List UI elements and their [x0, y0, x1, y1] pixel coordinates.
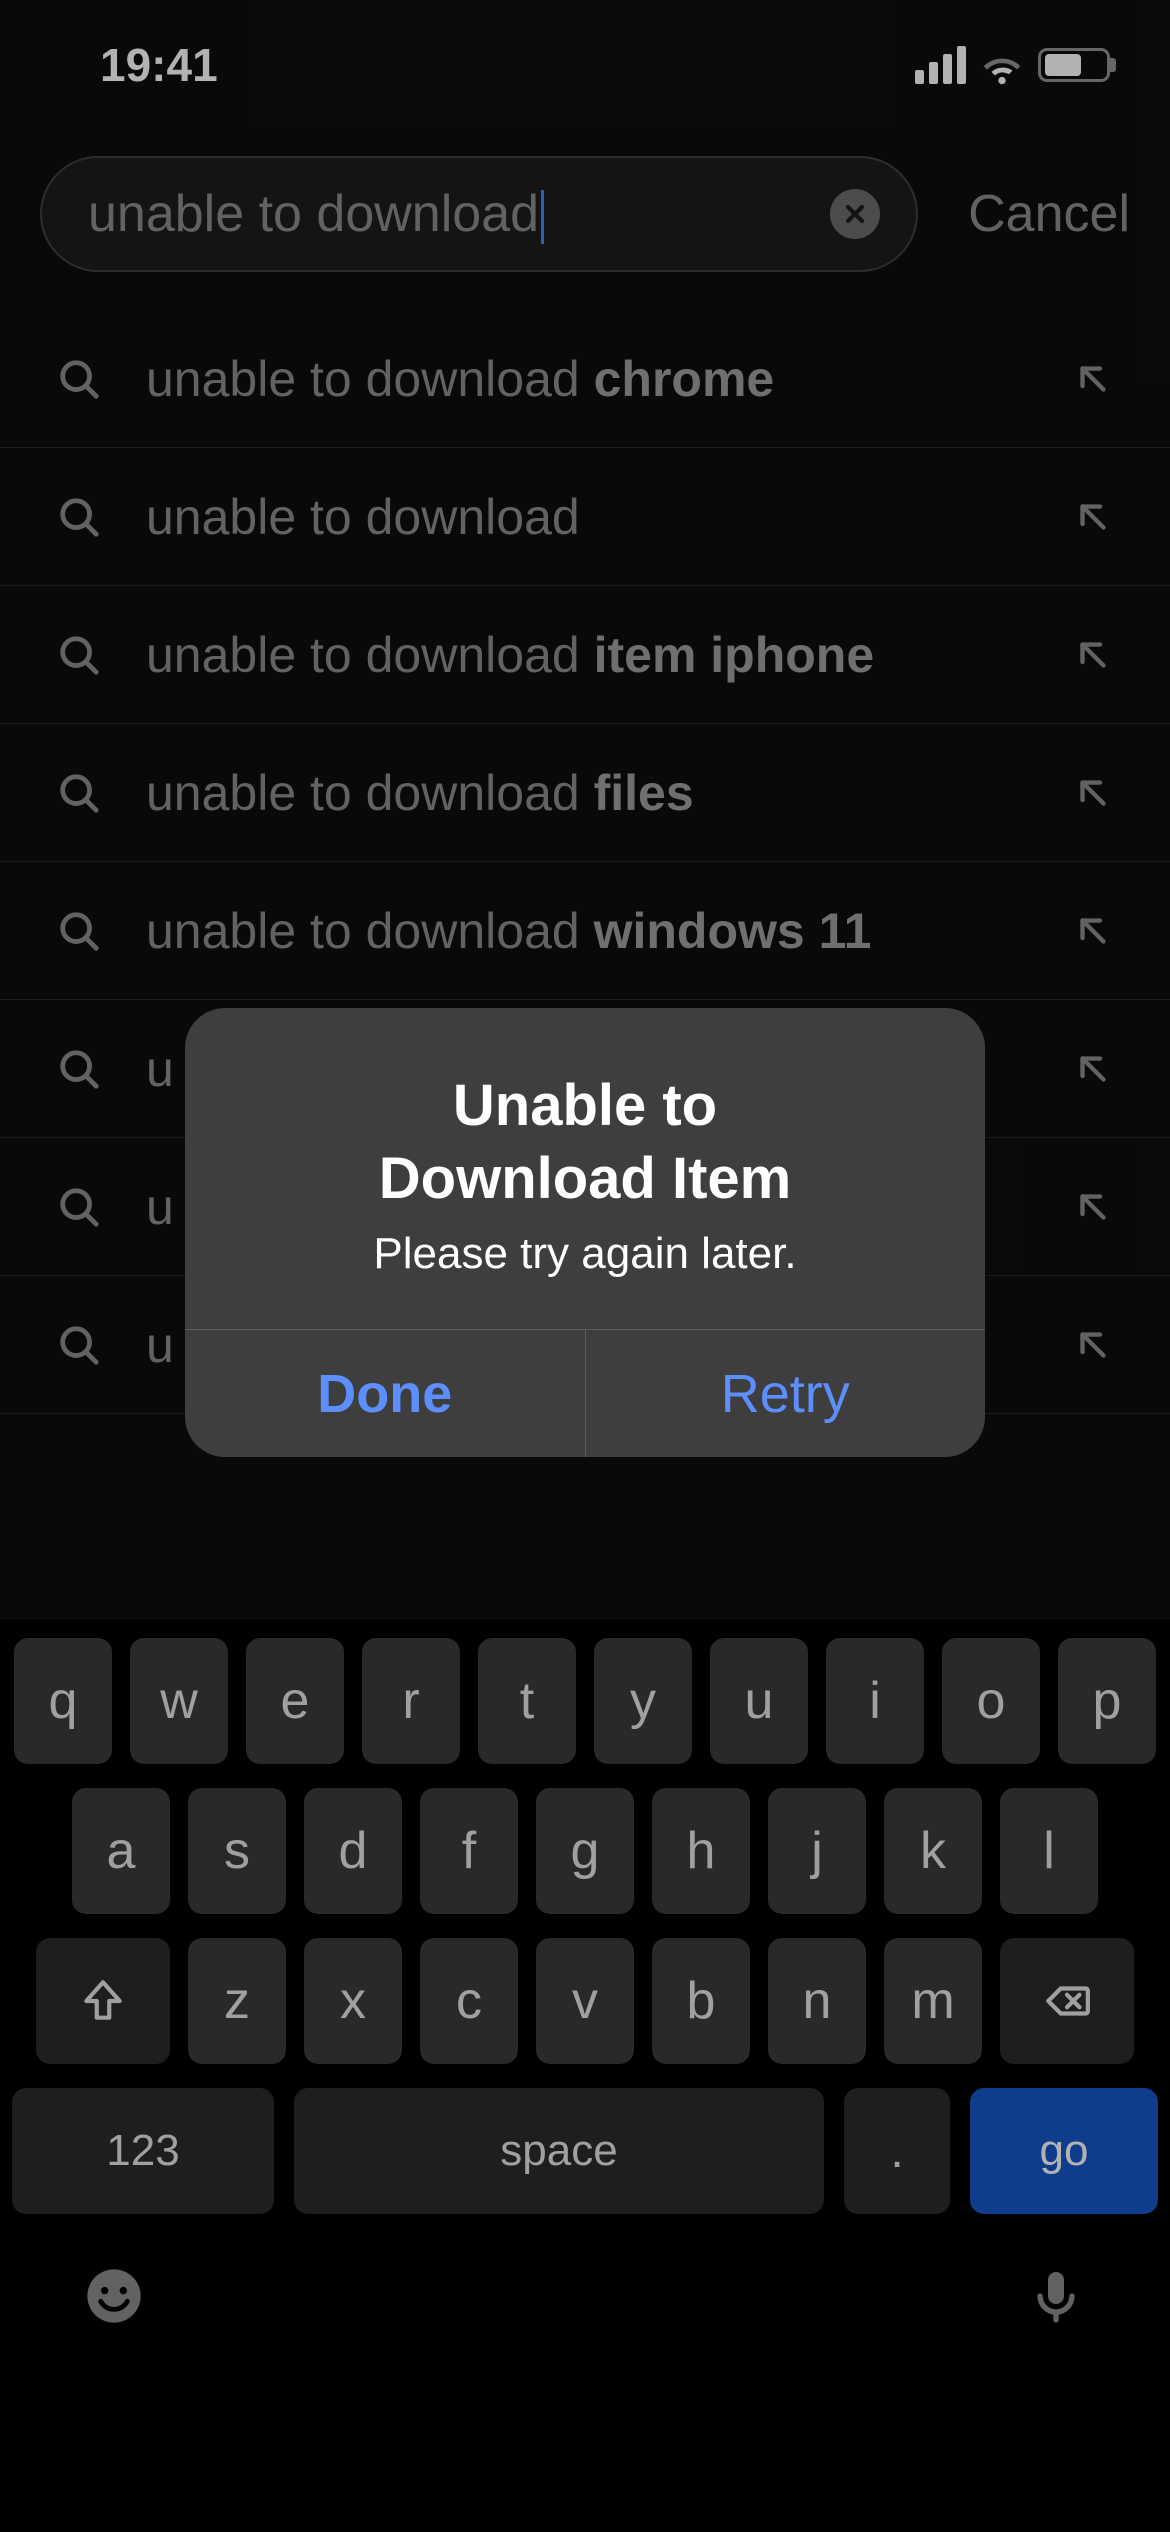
status-bar: 19:41 — [0, 0, 1170, 130]
search-query: unable to download — [88, 184, 802, 244]
alert-done-button[interactable]: Done — [185, 1330, 586, 1457]
key-d[interactable]: d — [304, 1788, 402, 1914]
search-input[interactable]: unable to download — [40, 156, 918, 272]
status-time: 19:41 — [100, 38, 218, 92]
insert-arrow-icon[interactable] — [1072, 910, 1114, 952]
search-header: unable to download Cancel — [40, 156, 1130, 272]
key-a[interactable]: a — [72, 1788, 170, 1914]
keyboard-row-1: qwertyuiop — [12, 1638, 1158, 1764]
key-v[interactable]: v — [536, 1938, 634, 2064]
backspace-key[interactable] — [1000, 1938, 1134, 2064]
key-b[interactable]: b — [652, 1938, 750, 2064]
shift-key[interactable] — [36, 1938, 170, 2064]
suggestion-text: unable to download windows 11 — [146, 902, 1028, 960]
key-s[interactable]: s — [188, 1788, 286, 1914]
insert-arrow-icon[interactable] — [1072, 358, 1114, 400]
search-icon — [56, 632, 102, 678]
alert-modal: Unable to Download Item Please try again… — [185, 1008, 985, 1457]
alert-body: Unable to Download Item Please try again… — [185, 1008, 985, 1329]
insert-arrow-icon[interactable] — [1072, 772, 1114, 814]
key-y[interactable]: y — [594, 1638, 692, 1764]
period-key[interactable]: . — [844, 2088, 950, 2214]
suggestion-text: unable to download — [146, 488, 1028, 546]
key-e[interactable]: e — [246, 1638, 344, 1764]
key-t[interactable]: t — [478, 1638, 576, 1764]
go-key[interactable]: go — [970, 2088, 1158, 2214]
keyboard-row-3: zxcvbnm — [12, 1938, 1158, 2064]
key-r[interactable]: r — [362, 1638, 460, 1764]
key-i[interactable]: i — [826, 1638, 924, 1764]
key-g[interactable]: g — [536, 1788, 634, 1914]
key-l[interactable]: l — [1000, 1788, 1098, 1914]
mic-icon[interactable] — [1024, 2264, 1088, 2333]
key-n[interactable]: n — [768, 1938, 866, 2064]
key-j[interactable]: j — [768, 1788, 866, 1914]
key-k[interactable]: k — [884, 1788, 982, 1914]
insert-arrow-icon[interactable] — [1072, 1186, 1114, 1228]
key-f[interactable]: f — [420, 1788, 518, 1914]
keyboard: qwertyuiop asdfghjkl zxcvbnm 123 space .… — [0, 1620, 1170, 2532]
keyboard-bottom-bar — [12, 2234, 1158, 2393]
search-icon — [56, 1322, 102, 1368]
search-icon — [56, 356, 102, 402]
insert-arrow-icon[interactable] — [1072, 1048, 1114, 1090]
key-x[interactable]: x — [304, 1938, 402, 2064]
key-m[interactable]: m — [884, 1938, 982, 2064]
suggestion-text: unable to download chrome — [146, 350, 1028, 408]
space-key[interactable]: space — [294, 2088, 824, 2214]
suggestion-row[interactable]: unable to download files — [0, 724, 1170, 862]
suggestion-row[interactable]: unable to download windows 11 — [0, 862, 1170, 1000]
suggestion-row[interactable]: unable to download chrome — [0, 310, 1170, 448]
key-u[interactable]: u — [710, 1638, 808, 1764]
clear-search-button[interactable] — [830, 189, 880, 239]
text-caret — [541, 190, 544, 244]
search-icon — [56, 1184, 102, 1230]
alert-retry-button[interactable]: Retry — [586, 1330, 986, 1457]
key-c[interactable]: c — [420, 1938, 518, 2064]
key-p[interactable]: p — [1058, 1638, 1156, 1764]
key-z[interactable]: z — [188, 1938, 286, 2064]
suggestion-text: unable to download files — [146, 764, 1028, 822]
key-o[interactable]: o — [942, 1638, 1040, 1764]
alert-buttons: Done Retry — [185, 1329, 985, 1457]
suggestion-text: unable to download item iphone — [146, 626, 1028, 684]
battery-icon — [1038, 48, 1110, 82]
insert-arrow-icon[interactable] — [1072, 496, 1114, 538]
emoji-icon[interactable] — [82, 2264, 146, 2333]
search-icon — [56, 770, 102, 816]
insert-arrow-icon[interactable] — [1072, 1324, 1114, 1366]
signal-icon — [915, 46, 966, 84]
cancel-button[interactable]: Cancel — [968, 184, 1130, 244]
suggestion-row[interactable]: unable to download — [0, 448, 1170, 586]
insert-arrow-icon[interactable] — [1072, 634, 1114, 676]
status-right — [915, 43, 1110, 87]
search-icon — [56, 1046, 102, 1092]
alert-title: Unable to Download Item — [225, 1070, 945, 1215]
search-icon — [56, 494, 102, 540]
search-icon — [56, 908, 102, 954]
wifi-icon — [980, 43, 1024, 87]
keyboard-row-func: 123 space . go — [12, 2088, 1158, 2214]
keyboard-row-2: asdfghjkl — [12, 1788, 1158, 1914]
numeric-key[interactable]: 123 — [12, 2088, 274, 2214]
key-w[interactable]: w — [130, 1638, 228, 1764]
alert-message: Please try again later. — [225, 1229, 945, 1279]
key-h[interactable]: h — [652, 1788, 750, 1914]
suggestion-row[interactable]: unable to download item iphone — [0, 586, 1170, 724]
key-q[interactable]: q — [14, 1638, 112, 1764]
